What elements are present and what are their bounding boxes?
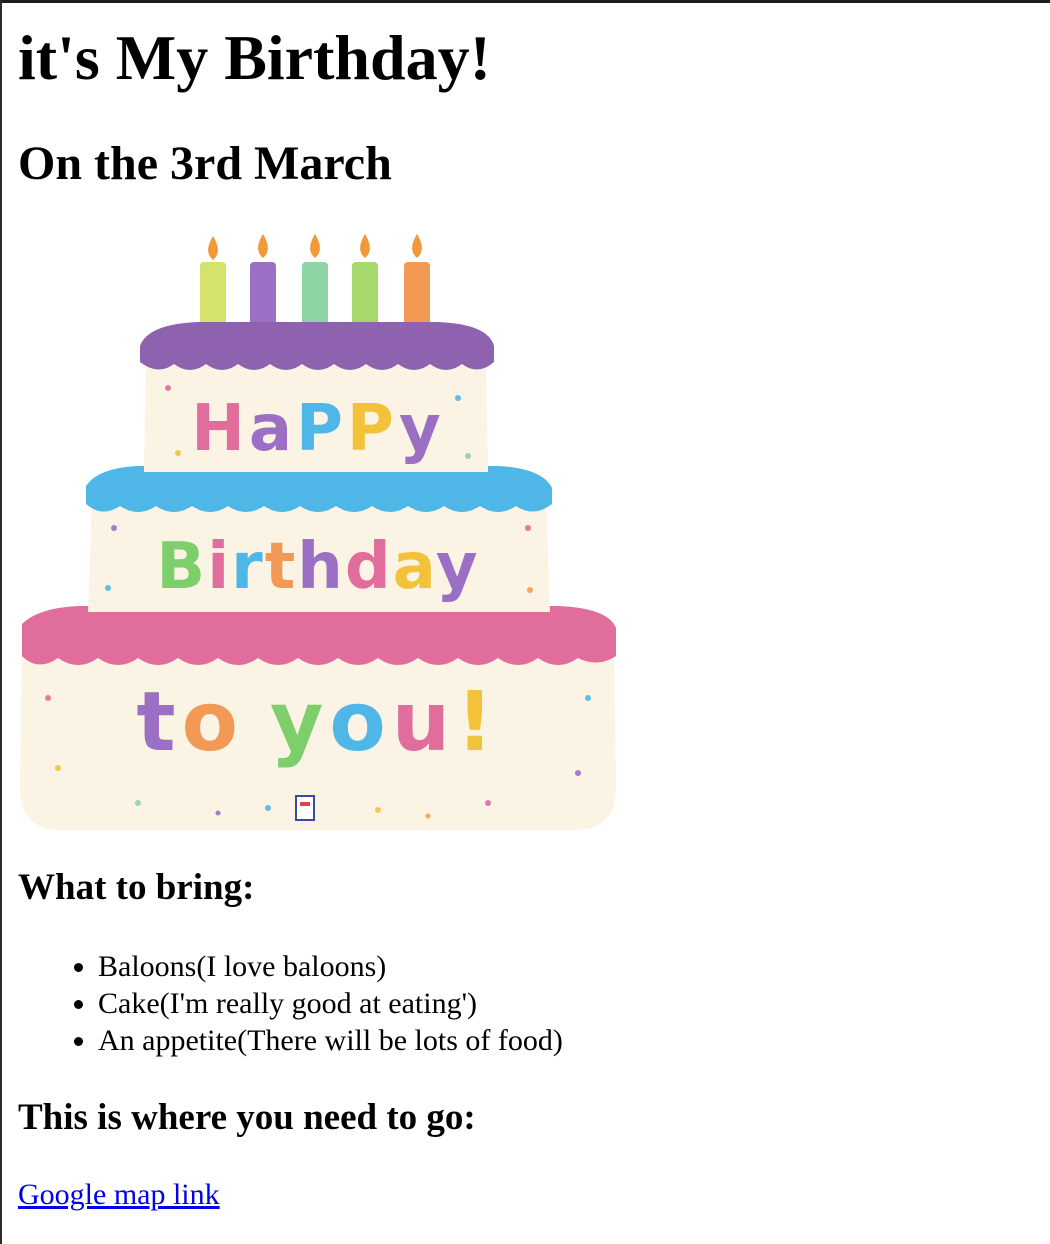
what-to-bring-heading: What to bring: — [18, 867, 255, 908]
bring-list: Baloons(I love baloons) Cake(I'm really … — [18, 948, 563, 1059]
list-item: Baloons(I love baloons) — [98, 948, 563, 985]
balloon-logo-icon — [295, 795, 315, 821]
list-item: An appetite(There will be lots of food) — [98, 1022, 563, 1059]
list-item: Cake(I'm really good at eating') — [98, 985, 563, 1022]
window-top-edge — [0, 0, 1050, 3]
candles — [200, 234, 430, 326]
birthday-cake-image: HaPPy Birthday to you! — [18, 228, 618, 832]
google-map-link[interactable]: Google map link — [18, 1176, 220, 1214]
page-title: it's My Birthday! — [18, 22, 491, 93]
svg-text:toyou!: to you! — [136, 675, 499, 770]
svg-text:Birthday: Birthday — [156, 530, 479, 604]
date-heading: On the 3rd March — [18, 137, 392, 190]
location-heading: This is where you need to go: — [18, 1097, 476, 1138]
svg-text:HaPPy: HaPPy — [191, 392, 444, 466]
window-left-edge — [0, 0, 2, 1244]
